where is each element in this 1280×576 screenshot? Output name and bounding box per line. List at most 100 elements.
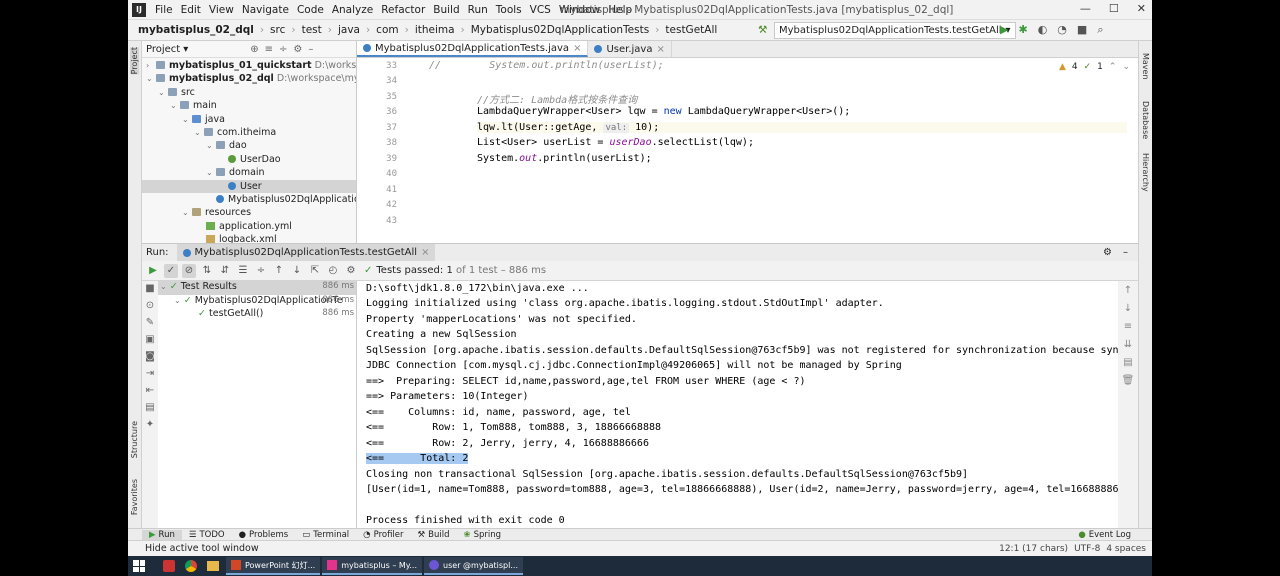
menu-navigate[interactable]: Navigate [238,4,293,16]
sort-alpha-icon[interactable]: ⇅ [200,264,214,278]
menu-analyze[interactable]: Analyze [328,4,377,16]
tab-run-config[interactable]: Mybatisplus02DqlApplicationTests.testGet… [176,243,436,262]
next-failed-icon[interactable]: ↓ [290,264,304,278]
chevron-up-icon[interactable]: ⌃ [1109,62,1117,72]
scroll-end-icon[interactable]: ⇊ [1124,339,1132,350]
breadcrumb-com[interactable]: com [374,24,400,36]
menu-vcs[interactable]: VCS [526,4,555,16]
database-tool-button[interactable]: Database [1141,101,1150,139]
file-encoding[interactable]: UTF-8 [1074,544,1100,554]
breadcrumb-class[interactable]: Mybatisplus02DqlApplicationTests [469,24,651,36]
breadcrumb-java[interactable]: java [336,24,362,36]
chevron-down-icon[interactable]: ⌄ [1122,62,1130,72]
tab-user-java[interactable]: User.java × [588,41,672,57]
menu-view[interactable]: View [205,4,238,16]
pin-tab-icon[interactable]: ✦ [146,419,154,430]
breadcrumb-module[interactable]: mybatisplus_02_dql [136,24,256,36]
coverage-icon[interactable]: ◐ [1038,23,1048,37]
breadcrumb-test[interactable]: test [300,24,324,36]
history-icon[interactable]: ◴ [326,264,340,278]
show-ignored-icon[interactable]: ⊘ [182,263,196,278]
debug-icon[interactable]: ✱ [1018,23,1027,37]
folder-icon[interactable] [202,556,224,576]
sort-duration-icon[interactable]: ⇵ [218,264,232,278]
stop-icon[interactable]: ■ [1077,23,1087,37]
arrow-up-icon[interactable]: ↑ [1124,285,1132,296]
restore-layout-icon[interactable]: ⇤ [146,385,154,396]
chrome-icon[interactable] [180,556,202,576]
project-tool-button[interactable]: Project [130,47,139,75]
chevron-down-icon[interactable]: ▾ [183,44,188,55]
taskbar-powerpoint[interactable]: PowerPoint 幻灯... [226,557,321,575]
code-editor[interactable]: Mybatisplus02DqlApplicationTests.java × U… [357,41,1138,243]
minimize-icon[interactable]: — [1080,2,1091,15]
tree-item-userdao[interactable]: UserDao [142,153,356,166]
prev-failed-icon[interactable]: ↑ [272,264,286,278]
project-panel-actions-icon[interactable]: ⊕≡÷⚙– [250,44,319,55]
terminal-tool-button[interactable]: ▭ Terminal [295,530,356,540]
close-tab-icon[interactable]: × [656,44,664,55]
problems-tool-button[interactable]: ● Problems [232,530,296,540]
stop-icon[interactable]: ■ [145,283,154,294]
close-tab-icon[interactable]: × [421,247,429,258]
tree-item-module1[interactable]: ›mybatisplus_01_quickstart D:\workspace\… [142,59,356,72]
breadcrumb-method[interactable]: testGetAll [663,24,719,36]
structure-tool-button[interactable]: Structure [130,421,139,458]
test-class-row[interactable]: ⌄ ✓ Mybatisplus02DqlApplicationTe 886 ms [158,295,356,309]
camera-icon[interactable]: ◙ [145,351,155,362]
taskbar-datagrip[interactable]: user @mybatispl... [424,557,523,575]
menu-file[interactable]: File [151,4,177,16]
spring-tool-button[interactable]: ❀ Spring [457,530,509,540]
build-tool-button[interactable]: ⚒ Build [411,530,457,540]
export-icon[interactable]: ⇱ [308,264,322,278]
trash-icon[interactable]: 🗑 [1122,375,1135,386]
tree-item-logback[interactable]: logback.xml [142,233,356,243]
event-log-button[interactable]: ● Event Log [1071,530,1138,540]
hierarchy-tool-button[interactable]: Hierarchy [1141,153,1150,192]
gear-icon[interactable]: ⚙ [1103,247,1112,258]
dump-icon[interactable]: ▣ [145,334,154,345]
tree-item-yml[interactable]: application.yml [142,220,356,233]
wrench-icon[interactable]: ✎ [146,317,154,328]
test-method-row[interactable]: ✓ testGetAll() 886 ms [158,308,356,322]
show-passed-icon[interactable]: ✓ [164,263,178,278]
profile-icon[interactable]: ◔ [1057,23,1067,37]
maven-tool-button[interactable]: Maven [1141,53,1150,80]
tree-item-domain[interactable]: ⌄ domain [142,166,356,179]
tree-item-user[interactable]: User [142,179,356,193]
start-button[interactable] [128,556,150,576]
expand-all-icon[interactable]: ☰ [236,264,250,278]
indent-setting[interactable]: 4 spaces [1106,544,1146,554]
tree-item-dao[interactable]: ⌄ dao [142,139,356,152]
menu-code[interactable]: Code [293,4,328,16]
menu-run[interactable]: Run [464,4,492,16]
rerun-icon[interactable]: ▶ [146,264,160,278]
code-area[interactable]: // System.out.println(userList); //方式二: … [405,58,1135,243]
close-icon[interactable]: ✕ [1137,2,1146,15]
hide-panel-icon[interactable]: – [1123,247,1128,258]
menu-edit[interactable]: Edit [177,4,205,16]
caret-position[interactable]: 12:1 (17 chars) [999,544,1068,554]
maximize-icon[interactable]: ☐ [1109,2,1119,15]
print-icon[interactable]: ▤ [1123,357,1132,368]
hammer-icon[interactable]: ⚒ [758,24,767,36]
search-icon[interactable]: ⌕ [1097,23,1103,37]
collapse-all-icon[interactable]: ÷ [254,264,268,278]
menu-tools[interactable]: Tools [492,4,526,16]
settings-icon[interactable]: ⚙ [344,264,358,278]
run-icon[interactable]: ▶ [1000,23,1008,37]
test-results-root[interactable]: ⌄ ✓ Test Results 886 ms [158,281,356,295]
todo-tool-button[interactable]: ☰ TODO [182,530,232,540]
tree-item-package[interactable]: ⌄ com.itheima [142,126,356,139]
exit-icon[interactable]: ⇥ [146,368,154,379]
soft-wrap-icon[interactable]: ≡ [1124,321,1132,332]
run-config-select[interactable]: Mybatisplus02DqlApplicationTests.testGet… [774,22,1016,39]
breadcrumb-itheima[interactable]: itheima [413,24,457,36]
favorites-tool-button[interactable]: Favorites [130,479,139,515]
profiler-tool-button[interactable]: ◔ Profiler [356,530,410,540]
menu-refactor[interactable]: Refactor [377,4,429,16]
run-tool-button[interactable]: ▶ Run [142,529,182,540]
taskbar-intellij[interactable]: mybatisplus – My... [322,557,423,575]
print-icon[interactable]: ▤ [145,402,154,413]
tree-item-resources[interactable]: ⌄ resources [142,206,356,219]
